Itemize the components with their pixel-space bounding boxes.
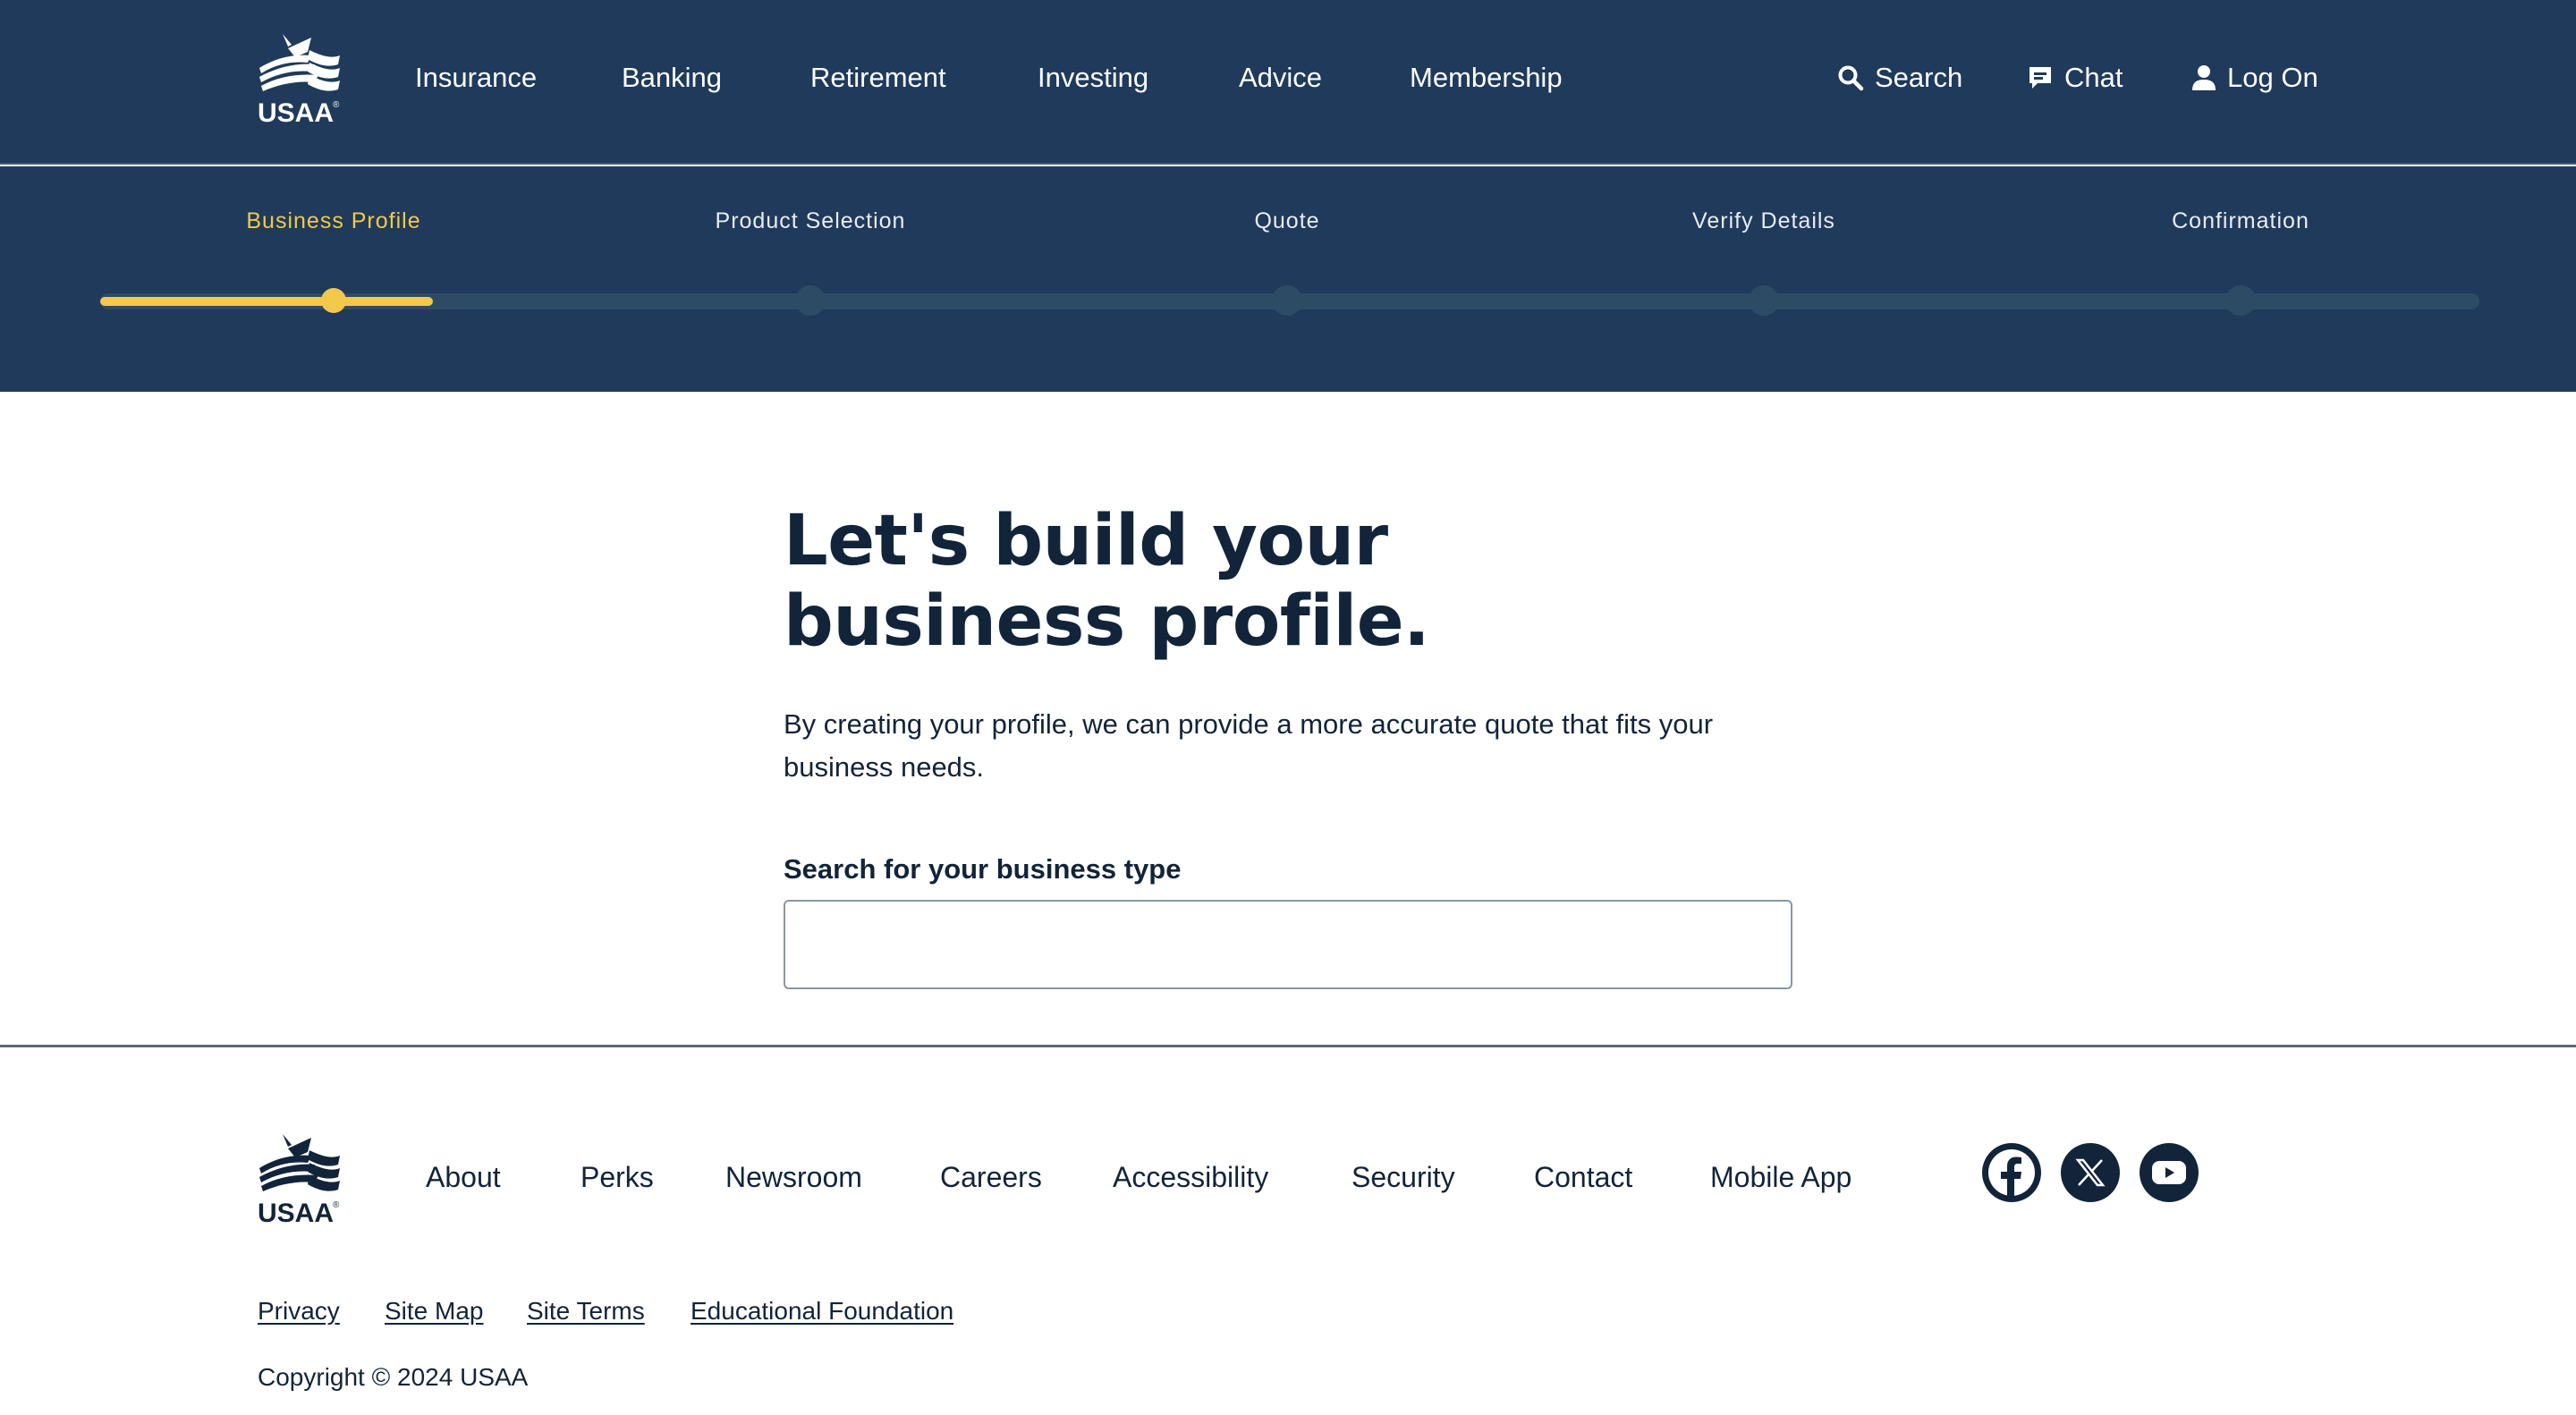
chat-icon bbox=[2027, 64, 2054, 91]
search-button[interactable]: Search bbox=[1837, 62, 1963, 93]
footer-link-accessibility[interactable]: Accessibility bbox=[1113, 1161, 1268, 1193]
youtube-icon[interactable] bbox=[2140, 1143, 2199, 1202]
footer-link-careers[interactable]: Careers bbox=[940, 1161, 1042, 1193]
footer-link-contact[interactable]: Contact bbox=[1534, 1161, 1632, 1193]
footer-link-about[interactable]: About bbox=[426, 1161, 501, 1193]
nav-advice[interactable]: Advice bbox=[1239, 63, 1322, 93]
step-marker-4 bbox=[1749, 285, 1779, 316]
nav-investing[interactable]: Investing bbox=[1038, 63, 1148, 93]
facebook-icon[interactable] bbox=[1982, 1143, 2041, 1202]
svg-text:USAA: USAA bbox=[258, 1199, 334, 1225]
step-marker-2 bbox=[795, 285, 826, 316]
legal-link-site-map[interactable]: Site Map bbox=[385, 1297, 484, 1326]
nav-insurance[interactable]: Insurance bbox=[415, 63, 537, 93]
business-type-label: Search for your business type bbox=[784, 853, 1182, 885]
chat-button[interactable]: Chat bbox=[2027, 62, 2123, 93]
step-confirmation: Confirmation bbox=[2172, 208, 2309, 233]
x-icon[interactable] bbox=[2061, 1143, 2120, 1202]
footer-usaa-logo[interactable]: USAA ® bbox=[256, 1132, 345, 1228]
step-marker-5 bbox=[2225, 285, 2256, 316]
footer-link-newsroom[interactable]: Newsroom bbox=[725, 1161, 862, 1193]
footer-link-security[interactable]: Security bbox=[1352, 1161, 1455, 1193]
chat-label: Chat bbox=[2064, 62, 2123, 93]
footer-link-perks[interactable]: Perks bbox=[580, 1161, 654, 1193]
nav-membership[interactable]: Membership bbox=[1410, 63, 1563, 93]
usaa-logo[interactable]: USAA ® bbox=[256, 32, 345, 128]
page-title: Let's build your business profile. bbox=[784, 501, 1430, 662]
step-marker-3 bbox=[1272, 285, 1302, 316]
log-on-button[interactable]: Log On bbox=[2191, 62, 2318, 93]
top-navigation: USAA ® Insurance Banking Retirement Inve… bbox=[0, 0, 2576, 165]
usaa-eagle-logo-icon: USAA ® bbox=[258, 34, 340, 128]
step-product-selection: Product Selection bbox=[715, 208, 906, 233]
legal-link-privacy[interactable]: Privacy bbox=[258, 1297, 340, 1326]
step-quote: Quote bbox=[1254, 208, 1320, 233]
intro-text: By creating your profile, we can provide… bbox=[784, 708, 1714, 783]
legal-link-site-terms[interactable]: Site Terms bbox=[527, 1297, 645, 1326]
svg-text:®: ® bbox=[333, 100, 340, 110]
business-type-search-input[interactable] bbox=[784, 900, 1792, 989]
step-business-profile: Business Profile bbox=[246, 208, 421, 233]
search-icon bbox=[1837, 64, 1864, 91]
step-verify-details: Verify Details bbox=[1692, 208, 1835, 233]
footer-divider bbox=[0, 1045, 2576, 1047]
nav-retirement[interactable]: Retirement bbox=[810, 63, 946, 93]
user-icon bbox=[2191, 64, 2216, 91]
step-marker-1 bbox=[321, 288, 346, 313]
svg-text:®: ® bbox=[333, 1200, 340, 1210]
nav-banking[interactable]: Banking bbox=[622, 63, 722, 93]
legal-link-educational-foundation[interactable]: Educational Foundation bbox=[691, 1297, 953, 1326]
progress-stepper: Business Profile Product Selection Quote… bbox=[0, 166, 2576, 392]
svg-text:USAA: USAA bbox=[258, 98, 334, 125]
progress-fill bbox=[100, 297, 433, 306]
search-label: Search bbox=[1875, 62, 1963, 93]
footer-link-mobile-app[interactable]: Mobile App bbox=[1710, 1161, 1852, 1193]
log-on-label: Log On bbox=[2227, 62, 2318, 93]
usaa-eagle-logo-icon: USAA ® bbox=[258, 1134, 340, 1228]
copyright-text: Copyright © 2024 USAA bbox=[258, 1363, 529, 1391]
